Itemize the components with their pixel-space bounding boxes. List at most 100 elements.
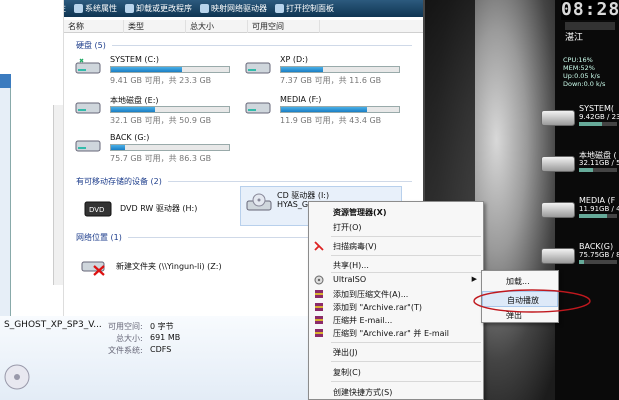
disconnected-drive-icon xyxy=(81,261,105,276)
menu-label: 资源管理器(X) xyxy=(333,208,387,217)
drive-free-text: 32.1 GB 可用，共 50.9 GB xyxy=(110,116,212,125)
total-label: 总大小: xyxy=(116,334,143,343)
col-name[interactable]: 名称 xyxy=(64,20,124,33)
clock-display: 08:28 xyxy=(561,0,619,20)
menu-item-copy[interactable]: 复制(C) xyxy=(309,364,483,380)
gadget-drive-back[interactable]: BACK(G) 75.75GB / 86 xyxy=(541,242,619,282)
gadget-drive-bar xyxy=(579,260,617,264)
weather-city: 湛江 xyxy=(565,33,584,43)
map-drive-label: 映射网络驱动器 xyxy=(211,4,267,13)
gadget-drive-bar xyxy=(579,122,617,126)
gadget-drive-bar xyxy=(579,168,617,172)
group-divider xyxy=(168,181,412,182)
menu-item-explorer[interactable]: 资源管理器(X) xyxy=(309,204,483,220)
details-name: S_GHOST_XP_SP3_V... xyxy=(4,320,102,330)
drive-free-text: 75.7 GB 可用，共 86.3 GB xyxy=(110,154,212,163)
gadget-drive-fill xyxy=(579,122,602,126)
group-divider xyxy=(128,237,308,238)
menu-item-eject[interactable]: 弹出(J) xyxy=(309,344,483,360)
map-drive-button[interactable]: 映射网络驱动器 xyxy=(196,0,271,17)
svg-text:DVD: DVD xyxy=(89,206,104,214)
hard-drive-icon xyxy=(541,156,575,172)
menu-label: 弹出(J) xyxy=(333,348,358,357)
menu-separator xyxy=(331,361,481,362)
drive-name: DVD RW 驱动器 (H:) xyxy=(120,204,198,213)
drive-usage-fill xyxy=(111,107,155,112)
fs-label: 文件系统: xyxy=(108,346,143,355)
gadget-drive-size: 9.42GB / 23.3 xyxy=(579,113,619,121)
down-stat: Down:0.0 k/s xyxy=(563,80,606,88)
menu-label: 创建快捷方式(S) xyxy=(333,388,393,397)
drive-name: BACK (G:) xyxy=(110,133,150,142)
system-properties-button[interactable]: 系统属性 xyxy=(70,0,121,17)
cd-large-icon xyxy=(4,364,30,390)
drive-label: HYAS_G xyxy=(277,200,309,209)
hard-drive-icon xyxy=(245,62,271,74)
menu-separator xyxy=(331,342,481,343)
control-panel-button[interactable]: 打开控制面板 xyxy=(271,0,338,17)
winrar-icon xyxy=(315,290,323,298)
menu-label: 压缩到 "Archive.rar" 并 E-mail xyxy=(333,329,450,338)
gadget-drive-name: SYSTEM( xyxy=(579,104,615,113)
submenu-arrow-icon: ▶ xyxy=(471,275,477,283)
sidebar-gadget: 08:28 湛江 CPU:16% MEM:52% Up:0.05 k/s Dow… xyxy=(541,0,619,400)
menu-item-share[interactable]: 共享(H)... xyxy=(309,257,483,273)
antivirus-icon xyxy=(314,241,324,251)
free-label: 可用空间: xyxy=(108,322,143,331)
uninstall-label: 卸载或更改程序 xyxy=(136,4,192,13)
menu-label: 打开(O) xyxy=(333,223,362,232)
group-network[interactable]: 网络位置 (1) xyxy=(76,232,122,243)
group-divider xyxy=(112,45,412,46)
col-free[interactable]: 可用空间 xyxy=(248,20,320,33)
up-stat: Up:0.05 k/s xyxy=(563,72,600,80)
menu-separator xyxy=(331,255,481,256)
cd-drive-icon xyxy=(246,193,272,211)
fs-value: CDFS xyxy=(150,345,172,354)
hard-drive-icon xyxy=(75,102,101,114)
drive-usage-bar xyxy=(280,106,400,113)
gadget-drive-media[interactable]: MEDIA (F 11.91GB / 43 xyxy=(541,196,619,236)
gadget-drive-system[interactable]: SYSTEM( 9.42GB / 23.3 xyxy=(541,104,619,144)
control-panel-label: 打开控制面板 xyxy=(286,4,334,13)
group-hdd[interactable]: 硬盘 (5) xyxy=(76,40,106,51)
drive-free-text: 7.37 GB 可用，共 11.6 GB xyxy=(280,76,382,85)
computer-icon xyxy=(74,4,83,13)
gadget-drive-size: 75.75GB / 86 xyxy=(579,251,619,259)
uninstall-button[interactable]: 卸载或更改程序 xyxy=(121,0,196,17)
group-removable[interactable]: 有可移动存储的设备 (2) xyxy=(76,176,162,187)
winrar-icon xyxy=(315,316,323,324)
nav-scrollbar[interactable] xyxy=(53,105,63,285)
weather-strip xyxy=(565,22,615,30)
column-header: 名称 类型 总大小 可用空间 xyxy=(64,20,423,33)
col-total[interactable]: 总大小 xyxy=(186,20,248,33)
program-icon xyxy=(125,4,134,13)
menu-item-create-shortcut[interactable]: 创建快捷方式(S) xyxy=(309,384,483,400)
side-window-titlebar xyxy=(0,74,11,88)
hard-drive-icon xyxy=(541,110,575,126)
ultraiso-icon xyxy=(314,275,324,285)
menu-label: 复制(C) xyxy=(333,368,361,377)
drive-usage-fill xyxy=(281,107,368,112)
winrar-icon xyxy=(315,329,323,337)
gadget-drive-bar xyxy=(579,214,617,218)
col-type[interactable]: 类型 xyxy=(124,20,186,33)
drive-usage-fill xyxy=(281,67,324,72)
drive-name: 本地磁盘 (E:) xyxy=(110,96,159,105)
drive-free-text: 9.41 GB 可用，共 23.3 GB xyxy=(110,76,212,85)
gadget-drive-name: BACK(G) xyxy=(579,242,614,251)
menu-label: UltraISO xyxy=(333,275,367,284)
gadget-drive-fill xyxy=(579,168,594,172)
gadget-drive-fill xyxy=(579,260,584,264)
drive-name: MEDIA (F:) xyxy=(280,95,322,104)
menu-label: 共享(H)... xyxy=(333,261,369,270)
control-panel-icon xyxy=(275,4,284,13)
gadget-drive-local[interactable]: 本地磁盘 ( 32.11GB / 50 xyxy=(541,150,619,190)
menu-item-scan[interactable]: 扫描病毒(V) xyxy=(309,238,483,254)
gadget-drive-name: MEDIA (F xyxy=(579,196,616,205)
menu-item-open[interactable]: 打开(O) xyxy=(309,219,483,235)
hard-drive-icon xyxy=(541,202,575,218)
menu-item-compress-rar-email[interactable]: 压缩到 "Archive.rar" 并 E-mail xyxy=(309,325,483,341)
cpu-stat: CPU:16% xyxy=(563,56,593,64)
drive-usage-bar xyxy=(110,66,230,73)
drive-usage-fill xyxy=(111,67,182,72)
